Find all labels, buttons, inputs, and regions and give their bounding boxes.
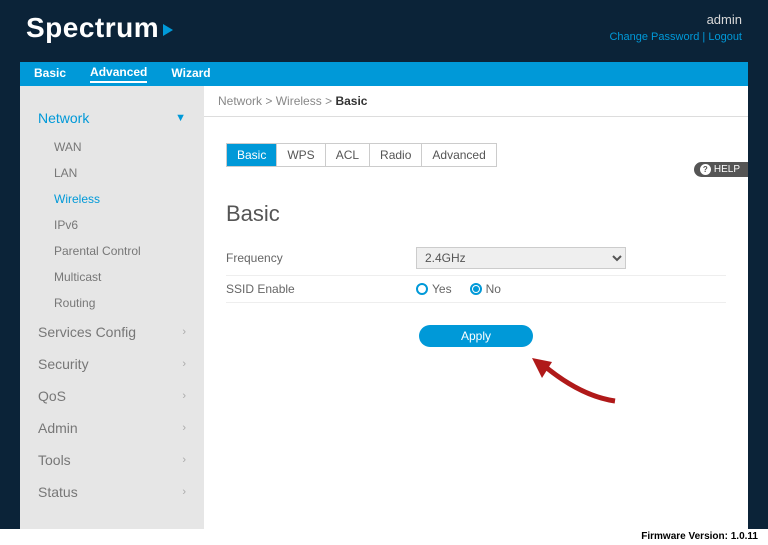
- sidebar-group-label: Status: [38, 484, 78, 500]
- sidebar-group-admin[interactable]: Admin ›: [20, 412, 204, 444]
- sidebar-group-network[interactable]: Network ▼: [20, 102, 204, 134]
- sidebar-group-label: Admin: [38, 420, 78, 436]
- sidebar-group-label: QoS: [38, 388, 66, 404]
- row-frequency: Frequency 2.4GHz: [226, 241, 726, 276]
- frequency-label: Frequency: [226, 251, 416, 265]
- brand-triangle-icon: [163, 24, 173, 36]
- breadcrumb: Network > Wireless > Basic: [204, 86, 748, 117]
- content: Basic WPS ACL Radio Advanced Basic Frequ…: [204, 117, 748, 347]
- subtab-acl[interactable]: ACL: [326, 144, 370, 166]
- subtab-wps[interactable]: WPS: [277, 144, 325, 166]
- sidebar-group-label: Tools: [38, 452, 71, 468]
- help-tab[interactable]: ? HELP: [694, 162, 748, 177]
- radio-label: Yes: [432, 282, 452, 296]
- breadcrumb-a[interactable]: Network: [218, 94, 262, 108]
- subtab-advanced[interactable]: Advanced: [422, 144, 495, 166]
- brand-logo: Spectrum: [26, 12, 173, 44]
- topnav-basic[interactable]: Basic: [34, 66, 66, 82]
- breadcrumb-sep: >: [265, 94, 272, 108]
- topnav-wizard[interactable]: Wizard: [171, 66, 210, 82]
- header: Spectrum admin Change Password | Logout: [0, 0, 768, 62]
- footer: Firmware Version: 1.0.11: [0, 529, 768, 545]
- sidebar-group-status[interactable]: Status ›: [20, 476, 204, 508]
- sidebar-group-qos[interactable]: QoS ›: [20, 380, 204, 412]
- ssid-enable-no[interactable]: No: [470, 282, 501, 296]
- chevron-right-icon: ›: [182, 422, 186, 434]
- sidebar-item-parental[interactable]: Parental Control: [20, 238, 204, 264]
- sidebar-group-label: Network: [38, 110, 89, 126]
- chevron-right-icon: ›: [182, 326, 186, 338]
- sidebar-item-lan[interactable]: LAN: [20, 160, 204, 186]
- sidebar-group-label: Services Config: [38, 324, 136, 340]
- row-ssid-enable: SSID Enable Yes No: [226, 276, 726, 303]
- chevron-right-icon: ›: [182, 486, 186, 498]
- change-password-link[interactable]: Change Password: [609, 31, 699, 43]
- sidebar-group-services[interactable]: Services Config ›: [20, 316, 204, 348]
- help-label: HELP: [714, 164, 740, 175]
- firmware-version: 1.0.11: [731, 531, 758, 542]
- sub-tabs: Basic WPS ACL Radio Advanced: [226, 143, 497, 167]
- sidebar-item-wan[interactable]: WAN: [20, 134, 204, 160]
- radio-label: No: [486, 282, 501, 296]
- sidebar-item-multicast[interactable]: Multicast: [20, 264, 204, 290]
- breadcrumb-b[interactable]: Wireless: [276, 94, 322, 108]
- radio-icon-selected: [470, 283, 482, 295]
- section-title: Basic: [226, 201, 726, 227]
- radio-icon: [416, 283, 428, 295]
- chevron-right-icon: ›: [182, 390, 186, 402]
- apply-button[interactable]: Apply: [419, 325, 533, 347]
- body: Network ▼ WAN LAN Wireless IPv6 Parental…: [20, 86, 748, 529]
- sidebar: Network ▼ WAN LAN Wireless IPv6 Parental…: [20, 86, 204, 529]
- frequency-select[interactable]: 2.4GHz: [416, 247, 626, 269]
- logout-link[interactable]: Logout: [708, 31, 742, 43]
- sidebar-item-ipv6[interactable]: IPv6: [20, 212, 204, 238]
- chevron-down-icon: ▼: [175, 112, 186, 124]
- brand-name: Spectrum: [26, 12, 159, 44]
- subtab-radio[interactable]: Radio: [370, 144, 422, 166]
- ssid-enable-label: SSID Enable: [226, 282, 416, 296]
- subtab-basic[interactable]: Basic: [227, 144, 277, 166]
- top-nav: Basic Advanced Wizard: [20, 62, 748, 86]
- firmware-label: Firmware Version:: [641, 531, 728, 542]
- breadcrumb-current: Basic: [335, 94, 367, 108]
- topnav-advanced[interactable]: Advanced: [90, 65, 147, 83]
- help-icon: ?: [700, 164, 711, 175]
- breadcrumb-sep: >: [325, 94, 332, 108]
- chevron-right-icon: ›: [182, 358, 186, 370]
- sidebar-group-tools[interactable]: Tools ›: [20, 444, 204, 476]
- chevron-right-icon: ›: [182, 454, 186, 466]
- ssid-enable-yes[interactable]: Yes: [416, 282, 452, 296]
- main: Network > Wireless > Basic Basic WPS ACL…: [204, 86, 748, 529]
- sidebar-group-security[interactable]: Security ›: [20, 348, 204, 380]
- current-user: admin: [609, 12, 742, 27]
- sidebar-group-label: Security: [38, 356, 89, 372]
- user-block: admin Change Password | Logout: [609, 12, 742, 43]
- sidebar-item-routing[interactable]: Routing: [20, 290, 204, 316]
- sidebar-item-wireless[interactable]: Wireless: [20, 186, 204, 212]
